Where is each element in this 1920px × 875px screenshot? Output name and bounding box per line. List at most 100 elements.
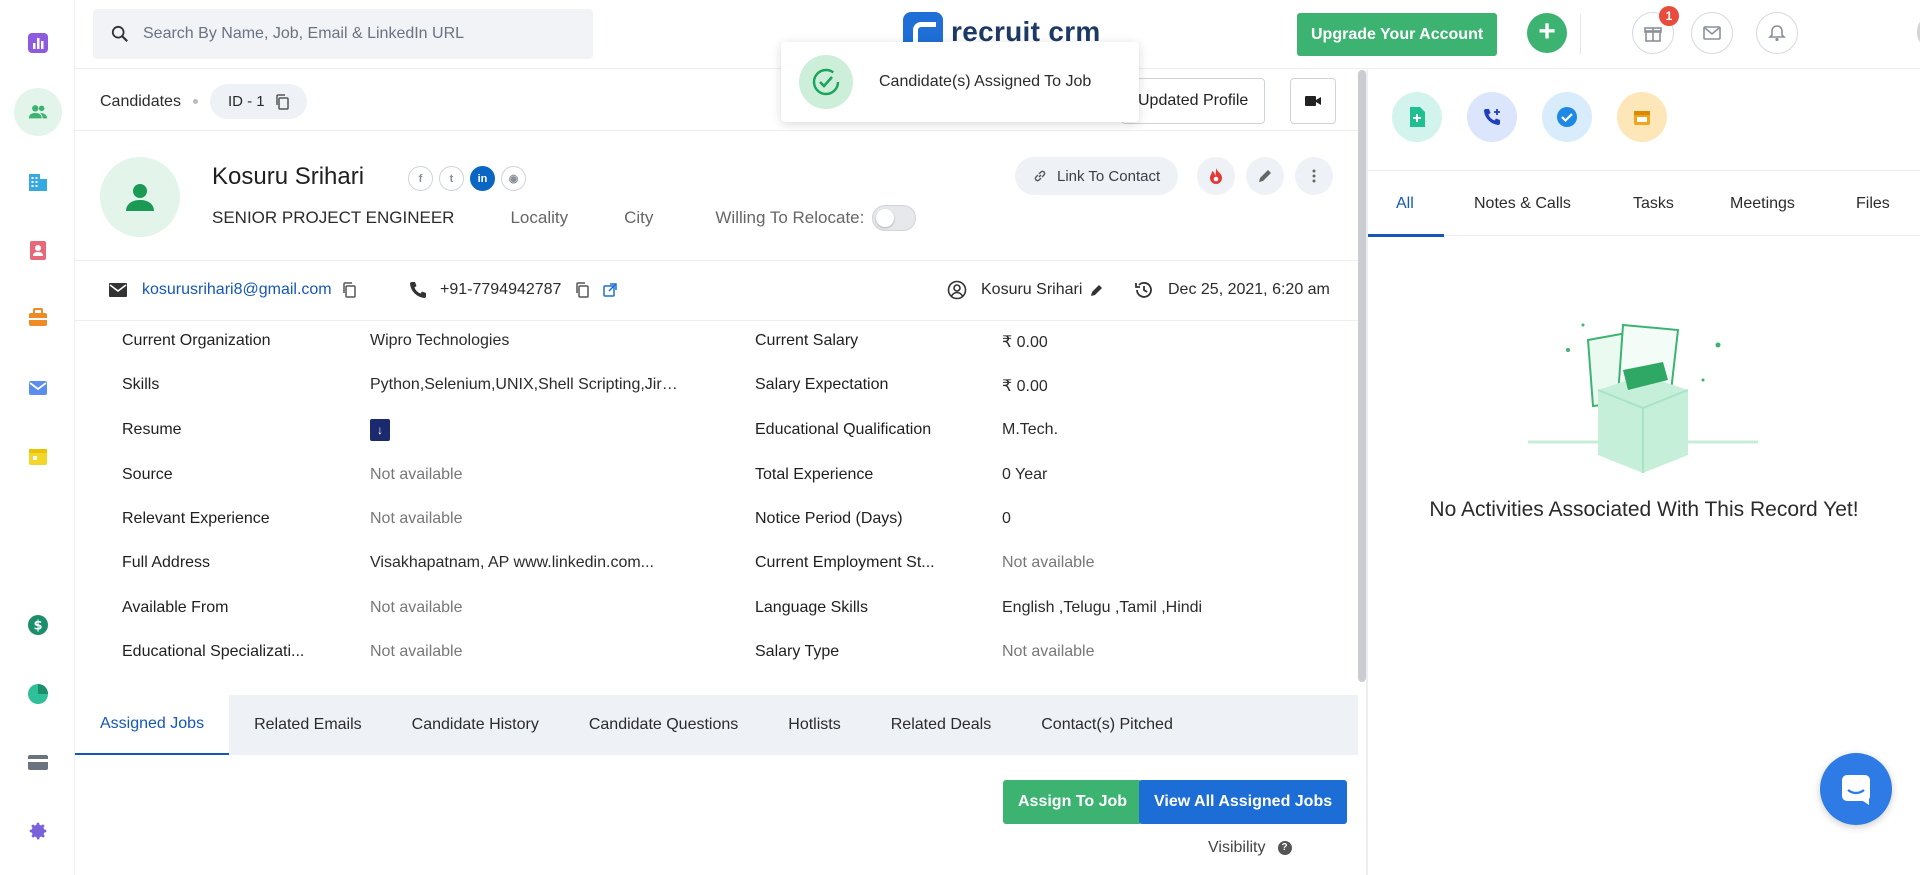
record-id-pill: ID - 1 bbox=[209, 84, 307, 119]
detail-value: ₹ 0.00 bbox=[1002, 378, 1048, 395]
header-divider bbox=[75, 130, 1358, 131]
visibility-control[interactable]: Visibility ? bbox=[1208, 839, 1292, 857]
contacts-icon[interactable] bbox=[18, 230, 58, 270]
updated-profile-button[interactable]: Updated Profile bbox=[1121, 78, 1266, 124]
detail-row: Full Address Visakhapatnam, AP www.linke… bbox=[75, 554, 1358, 598]
toast-message: Candidate(s) Assigned To Job bbox=[879, 73, 1092, 90]
global-search[interactable] bbox=[93, 9, 593, 59]
companies-icon[interactable] bbox=[18, 162, 58, 202]
candidate-city: City bbox=[624, 208, 654, 227]
activity-tab-notes-calls[interactable]: Notes & Calls bbox=[1474, 171, 1571, 237]
candidates-icon[interactable] bbox=[14, 88, 62, 136]
pencil-icon bbox=[1259, 170, 1271, 182]
detail-label: Educational Qualification bbox=[755, 421, 932, 438]
record-id-label: ID - 1 bbox=[227, 93, 265, 110]
log-call-icon[interactable] bbox=[1467, 92, 1517, 142]
activity-tab-tasks[interactable]: Tasks bbox=[1633, 171, 1674, 237]
external-link-icon[interactable] bbox=[603, 283, 618, 297]
tab-related-deals[interactable]: Related Deals bbox=[866, 695, 1017, 755]
detail-value: Not available bbox=[370, 643, 463, 660]
activity-tab-meetings[interactable]: Meetings bbox=[1730, 171, 1795, 237]
person-icon bbox=[126, 184, 154, 211]
mail-icon bbox=[109, 283, 127, 297]
video-camera-button[interactable] bbox=[1290, 78, 1336, 124]
copy-email-icon[interactable] bbox=[342, 282, 356, 298]
jobs-icon[interactable] bbox=[18, 298, 58, 338]
tab-candidate-history[interactable]: Candidate History bbox=[387, 695, 564, 755]
activity-tab-files[interactable]: Files bbox=[1856, 171, 1890, 237]
tab-contacts-pitched[interactable]: Contact(s) Pitched bbox=[1016, 695, 1198, 755]
twitter-icon[interactable]: t bbox=[439, 166, 464, 191]
link-to-contact-button[interactable]: Link To Contact bbox=[1015, 157, 1179, 195]
detail-value: Not available bbox=[370, 510, 463, 527]
detail-value: M.Tech. bbox=[1002, 421, 1059, 438]
mail-notify-icon[interactable] bbox=[1691, 12, 1733, 54]
resume-download[interactable]: ↓ bbox=[370, 419, 680, 441]
success-toast: Candidate(s) Assigned To Job bbox=[781, 42, 1139, 122]
github-icon[interactable]: ◉ bbox=[501, 166, 526, 191]
settings-gear-icon[interactable] bbox=[18, 811, 58, 851]
breadcrumb-candidates[interactable]: Candidates bbox=[100, 93, 181, 111]
tab-candidate-questions[interactable]: Candidate Questions bbox=[564, 695, 763, 755]
reports-pie-icon[interactable] bbox=[18, 674, 58, 714]
tab-related-emails[interactable]: Related Emails bbox=[229, 695, 387, 755]
activity-tab-all[interactable]: All bbox=[1396, 171, 1414, 237]
linkedin-icon[interactable]: in bbox=[470, 166, 495, 191]
detail-label: Notice Period (Days) bbox=[755, 510, 903, 527]
left-nav-rail: $ bbox=[0, 0, 75, 875]
credit-card-icon[interactable] bbox=[18, 742, 58, 782]
detail-label: Language Skills bbox=[755, 599, 868, 616]
gift-icon[interactable]: 1 bbox=[1632, 6, 1679, 54]
notifications-bell-icon[interactable] bbox=[1756, 12, 1798, 54]
activity-tabs: All Notes & Calls Tasks Meetings Files bbox=[1368, 170, 1920, 237]
detail-value: Python,Selenium,UNIX,Shell Scripting,Jir… bbox=[370, 376, 680, 393]
contact-row: kosurusrihari8@gmail.com +91-7794942787 … bbox=[75, 260, 1358, 320]
candidate-phone[interactable]: +91-7794942787 bbox=[440, 281, 561, 299]
resume-download-icon[interactable]: ↓ bbox=[370, 419, 390, 441]
search-input[interactable] bbox=[143, 25, 563, 43]
hot-fire-button[interactable] bbox=[1197, 157, 1235, 195]
add-meeting-icon[interactable] bbox=[1617, 92, 1667, 142]
detail-row: Relevant Experience Not available Notice… bbox=[75, 510, 1358, 554]
candidate-email-link[interactable]: kosurusrihari8@gmail.com bbox=[142, 281, 332, 299]
owner-item: Kosuru Srihari bbox=[947, 260, 1104, 320]
detail-label: Educational Specializati... bbox=[122, 643, 305, 660]
copy-phone-icon[interactable] bbox=[575, 282, 590, 298]
help-icon[interactable]: ? bbox=[1277, 841, 1292, 855]
quick-add-plus-icon[interactable]: + bbox=[1527, 13, 1567, 53]
detail-label: Salary Type bbox=[755, 643, 840, 660]
detail-label: Total Experience bbox=[755, 466, 874, 483]
assign-to-job-button[interactable]: Assign To Job bbox=[1003, 780, 1143, 824]
copy-icon[interactable] bbox=[275, 93, 289, 110]
add-note-icon[interactable] bbox=[1392, 92, 1442, 142]
tab-assigned-jobs[interactable]: Assigned Jobs bbox=[75, 695, 230, 755]
edit-candidate-button[interactable] bbox=[1246, 157, 1284, 195]
detail-value: English ,Telugu ,Tamil ,Hindi bbox=[1002, 599, 1203, 616]
active-tab-indicator bbox=[1368, 234, 1444, 237]
view-all-assigned-jobs-button[interactable]: View All Assigned Jobs bbox=[1139, 780, 1348, 824]
detail-row: Resume ↓ Educational Qualification M.Tec… bbox=[75, 419, 1358, 465]
detail-label: Current Organization bbox=[122, 332, 271, 349]
main-scrollbar[interactable] bbox=[1358, 70, 1366, 682]
detail-label: Resume bbox=[122, 421, 182, 438]
email-icon[interactable] bbox=[18, 368, 58, 408]
svg-text:$: $ bbox=[33, 619, 42, 634]
edit-owner-pencil-icon[interactable] bbox=[1090, 283, 1104, 297]
upgrade-account-button[interactable]: Upgrade Your Account bbox=[1297, 13, 1498, 56]
detail-label: Current Employment St... bbox=[755, 554, 935, 571]
relocate-toggle[interactable] bbox=[872, 205, 917, 231]
detail-value: 0 Year bbox=[1002, 466, 1048, 483]
breadcrumb: Candidates ID - 1 bbox=[100, 84, 307, 119]
related-tabs: Assigned Jobs Related Emails Candidate H… bbox=[75, 695, 1358, 755]
more-options-button[interactable] bbox=[1295, 157, 1333, 195]
facebook-icon[interactable]: f bbox=[408, 166, 433, 191]
empty-box-illustration bbox=[1528, 300, 1758, 480]
add-task-icon[interactable] bbox=[1542, 92, 1592, 142]
billing-dollar-icon[interactable]: $ bbox=[18, 605, 58, 645]
calendar-icon[interactable] bbox=[18, 436, 58, 476]
chat-support-button[interactable] bbox=[1820, 753, 1892, 825]
dashboard-icon[interactable] bbox=[18, 23, 58, 63]
more-vertical-icon bbox=[1312, 169, 1316, 183]
tab-hotlists[interactable]: Hotlists bbox=[763, 695, 865, 755]
candidate-created-date: Dec 25, 2021, 6:20 am bbox=[1168, 281, 1330, 298]
